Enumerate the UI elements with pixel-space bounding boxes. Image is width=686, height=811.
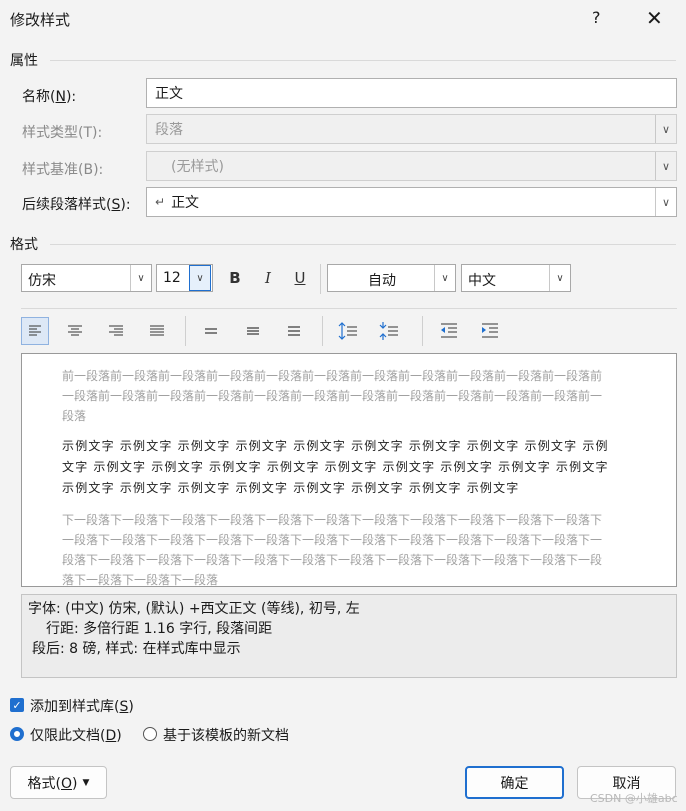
help-button[interactable]: ? — [592, 8, 601, 27]
properties-divider — [50, 60, 676, 61]
template-new-docs-radio[interactable] — [143, 727, 157, 741]
dialog-title: 修改样式 — [10, 11, 71, 29]
next-style-select[interactable]: ↵ 正文 ∨ — [146, 187, 677, 217]
name-field[interactable]: 正文 — [146, 78, 677, 108]
caret-down-icon: ▼ — [82, 777, 90, 788]
style-type-value: 段落 — [155, 122, 183, 138]
style-based-select[interactable]: (无样式) ∨ — [146, 151, 677, 181]
chevron-down-icon: ∨ — [549, 265, 570, 291]
style-based-value: (无样式) — [171, 159, 224, 175]
align-center-icon — [68, 325, 82, 336]
one-half-spacing-icon — [247, 327, 259, 335]
description-line-3: 段后: 8 磅, 样式: 在样式库中显示 — [32, 641, 241, 657]
ok-button[interactable]: 确定 — [465, 766, 564, 799]
preview-next-paragraph: 下一段落下一段落下一段落下一段落下一段落下一段落下一段落下一段落下一段落下一段落… — [62, 513, 603, 586]
name-label: 名称(N): — [22, 89, 77, 105]
increase-indent-icon — [482, 323, 498, 338]
justify-icon — [150, 325, 164, 336]
format-section-label: 格式 — [10, 237, 38, 253]
double-spacing-icon — [288, 326, 300, 336]
watermark: CSDN @小雄abc — [590, 792, 678, 805]
preview-previous-paragraph: 前一段落前一段落前一段落前一段落前一段落前一段落前一段落前一段落前一段落前一段落… — [62, 369, 603, 423]
font-size-select[interactable]: 12 ∨ — [156, 264, 213, 292]
single-spacing-icon — [205, 328, 217, 334]
align-right-button[interactable] — [103, 318, 129, 348]
chevron-down-icon: ∨ — [655, 152, 676, 180]
next-style-value: 正文 — [171, 195, 200, 211]
close-button[interactable]: ✕ — [646, 6, 663, 30]
preview-sample-text: 示例文字 示例文字 示例文字 示例文字 示例文字 示例文字 示例文字 示例文字 … — [62, 439, 609, 495]
font-select[interactable]: 仿宋 ∨ — [21, 264, 152, 292]
chevron-down-icon: ∨ — [130, 265, 151, 291]
toolbar-separator — [322, 316, 323, 346]
script-value: 中文 — [468, 273, 496, 289]
font-size-value: 12 — [163, 270, 181, 286]
chevron-down-icon: ∨ — [434, 265, 455, 291]
font-color-value: 自动 — [368, 273, 396, 289]
align-left-button[interactable] — [21, 317, 49, 345]
chevron-down-icon: ∨ — [655, 115, 676, 143]
style-preview: 前一段落前一段落前一段落前一段落前一段落前一段落前一段落前一段落前一段落前一段落… — [21, 353, 677, 587]
italic-button[interactable]: I — [255, 265, 281, 291]
style-description: 字体: (中文) 仿宋, (默认) +西文正文 (等线), 初号, 左 行距: … — [21, 594, 677, 678]
style-type-label: 样式类型(T): — [22, 125, 103, 141]
increase-spacing-button[interactable] — [335, 318, 361, 348]
chevron-down-icon: ∨ — [189, 265, 211, 291]
name-value: 正文 — [155, 86, 183, 102]
style-based-label: 样式基准(B): — [22, 162, 104, 178]
this-doc-only-radio[interactable] — [10, 727, 24, 741]
one-half-spacing-button[interactable] — [240, 318, 266, 348]
align-right-icon — [109, 325, 123, 336]
increase-paragraph-spacing-icon — [338, 322, 357, 340]
checkmark-icon: ✓ — [12, 698, 22, 712]
font-value: 仿宋 — [28, 273, 56, 289]
toolbar-separator — [185, 316, 186, 346]
justify-button[interactable] — [144, 318, 170, 348]
decrease-spacing-button[interactable] — [376, 318, 402, 348]
single-spacing-button[interactable] — [198, 318, 224, 348]
next-style-label: 后续段落样式(S): — [22, 197, 131, 213]
add-to-gallery-label[interactable]: 添加到样式库(S) — [30, 696, 134, 716]
decrease-paragraph-spacing-icon — [379, 322, 398, 340]
script-select[interactable]: 中文 ∨ — [461, 264, 571, 292]
align-left-icon — [29, 325, 41, 336]
bold-button[interactable]: B — [222, 265, 248, 291]
title-bar — [0, 0, 686, 38]
underline-button[interactable]: U — [287, 265, 313, 291]
increase-indent-button[interactable] — [477, 318, 503, 348]
format-menu-button[interactable]: 格式(O) ▼ — [10, 766, 107, 799]
chevron-down-icon: ∨ — [655, 188, 676, 216]
add-to-gallery-checkbox[interactable]: ✓ — [10, 698, 24, 712]
style-type-select[interactable]: 段落 ∨ — [146, 114, 677, 144]
double-spacing-button[interactable] — [281, 318, 307, 348]
toolbar-divider — [21, 308, 677, 309]
decrease-indent-icon — [441, 323, 457, 338]
toolbar-separator — [422, 316, 423, 346]
format-divider — [50, 244, 676, 245]
paragraph-mark-icon: ↵ — [155, 195, 166, 209]
description-line-1: 字体: (中文) 仿宋, (默认) +西文正文 (等线), 初号, 左 — [28, 601, 360, 617]
this-doc-only-label[interactable]: 仅限此文档(D) — [30, 725, 122, 745]
description-line-2: 行距: 多倍行距 1.16 字行, 段落间距 — [46, 621, 273, 637]
decrease-indent-button[interactable] — [436, 318, 462, 348]
align-center-button[interactable] — [62, 318, 88, 348]
toolbar-separator — [320, 264, 321, 294]
font-color-select[interactable]: 自动 ∨ — [327, 264, 456, 292]
properties-section-label: 属性 — [10, 53, 38, 69]
template-new-docs-label[interactable]: 基于该模板的新文档 — [163, 725, 289, 745]
